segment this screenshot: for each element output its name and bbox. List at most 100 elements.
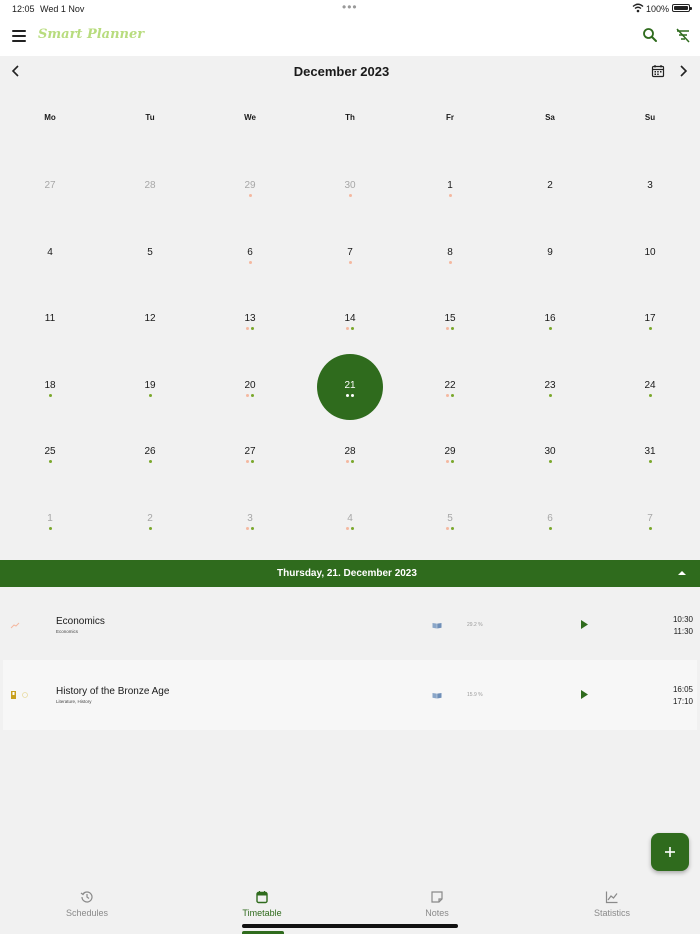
calendar-day[interactable]: 2 xyxy=(100,487,200,554)
event-dots xyxy=(400,393,500,397)
calendar-day[interactable]: 19 xyxy=(100,354,200,421)
calendar-day[interactable]: 30 xyxy=(500,420,600,487)
calendar-day[interactable]: 5 xyxy=(400,487,500,554)
weekday-label: Su xyxy=(644,113,656,122)
calendar-day[interactable]: 10 xyxy=(600,221,700,288)
event-dot xyxy=(246,460,249,464)
calendar-day[interactable]: 18 xyxy=(0,354,100,421)
calendar-day[interactable]: 27 xyxy=(200,420,300,487)
calendar-icon xyxy=(256,891,268,904)
month-title: December 2023 xyxy=(293,64,390,79)
calendar-day[interactable]: 6 xyxy=(200,221,300,288)
selected-day-bar[interactable]: Thursday, 21. December 2023 xyxy=(0,560,700,587)
nav-label: Statistics xyxy=(593,908,630,918)
calendar-day[interactable]: 12 xyxy=(100,287,200,354)
day-number: 26 xyxy=(144,446,156,458)
calendar-week: 18 19 20 21 22 23 24 xyxy=(0,353,700,421)
event-dots xyxy=(600,327,700,331)
day-number: 18 xyxy=(44,379,56,391)
calendar-day[interactable]: 5 xyxy=(100,221,200,288)
day-number: 17 xyxy=(644,313,656,325)
event-dot xyxy=(246,526,249,530)
calendar-day[interactable]: 17 xyxy=(600,287,700,354)
event-dot xyxy=(351,327,354,331)
calendar-day[interactable]: 23 xyxy=(500,354,600,421)
chevron-right-icon[interactable] xyxy=(677,64,689,78)
calendar-day[interactable]: 7 xyxy=(600,487,700,554)
event-dot xyxy=(648,393,652,397)
event-dots xyxy=(600,460,700,464)
event-dots xyxy=(300,393,400,397)
add-button[interactable] xyxy=(651,833,689,871)
event-title: History of the Bronze Age xyxy=(56,686,170,697)
calendar-day[interactable]: 22 xyxy=(400,354,500,421)
calendar-day[interactable]: 3 xyxy=(600,154,700,221)
calendar-day[interactable]: 29 xyxy=(200,154,300,221)
nav-schedules[interactable]: Schedules xyxy=(37,890,137,918)
day-number: 4 xyxy=(347,512,353,524)
event-dots xyxy=(100,526,200,530)
weekday-label: Tu xyxy=(145,113,155,122)
calendar-day[interactable]: 29 xyxy=(400,420,500,487)
open-book-icon xyxy=(432,693,442,699)
nav-timetable[interactable]: Timetable xyxy=(212,890,312,918)
multitasking-dots-icon[interactable]: ••• xyxy=(342,1,358,13)
home-indicator[interactable] xyxy=(242,924,458,928)
calendar-day[interactable]: 26 xyxy=(100,420,200,487)
chevron-up-icon[interactable] xyxy=(678,570,686,576)
calendar-day-selected[interactable]: 21 xyxy=(300,353,400,421)
event-dots xyxy=(600,393,700,397)
calendar-day[interactable]: 3 xyxy=(200,487,300,554)
filter-off-icon[interactable] xyxy=(675,27,691,43)
day-number: 9 xyxy=(547,246,553,258)
calendar-day[interactable]: 11 xyxy=(0,287,100,354)
event-dots xyxy=(500,327,600,331)
calendar-day[interactable]: 1 xyxy=(0,487,100,554)
calendar-day[interactable]: 14 xyxy=(300,287,400,354)
search-icon[interactable] xyxy=(642,27,658,43)
nav-notes[interactable]: Notes xyxy=(387,890,487,918)
status-bar: 12:05 Wed 1 Nov ••• 100% xyxy=(0,0,700,18)
menu-icon[interactable] xyxy=(12,30,26,42)
event-dot xyxy=(548,526,552,530)
day-number: 3 xyxy=(647,180,653,191)
calendar-picker-icon[interactable] xyxy=(651,64,665,78)
day-number: 22 xyxy=(444,379,456,391)
day-number: 25 xyxy=(44,446,56,458)
calendar-day[interactable]: 13 xyxy=(200,287,300,354)
note-icon xyxy=(431,891,443,903)
calendar-day[interactable]: 15 xyxy=(400,287,500,354)
calendar-day[interactable]: 25 xyxy=(0,420,100,487)
calendar-day[interactable]: 7 xyxy=(300,221,400,288)
day-number: 23 xyxy=(544,379,556,391)
calendar-day[interactable]: 30 xyxy=(300,154,400,221)
calendar-day[interactable]: 1 xyxy=(400,154,500,221)
calendar-day[interactable]: 16 xyxy=(500,287,600,354)
calendar-day[interactable]: 24 xyxy=(600,354,700,421)
calendar-day[interactable]: 9 xyxy=(500,221,600,288)
calendar-day[interactable]: 4 xyxy=(0,221,100,288)
day-number: 28 xyxy=(144,180,156,191)
play-icon[interactable] xyxy=(580,619,589,630)
nav-statistics[interactable]: Statistics xyxy=(562,890,662,918)
calendar-day[interactable]: 27 xyxy=(0,154,100,221)
event-dot xyxy=(246,393,249,397)
calendar-day[interactable]: 20 xyxy=(200,354,300,421)
event-dot xyxy=(446,327,449,331)
calendar-day[interactable]: 8 xyxy=(400,221,500,288)
calendar-day[interactable]: 4 xyxy=(300,487,400,554)
play-icon[interactable] xyxy=(580,689,589,700)
calendar-day[interactable]: 28 xyxy=(100,154,200,221)
event-row[interactable]: History of the Bronze Age Literature, Hi… xyxy=(3,660,697,730)
calendar-day[interactable]: 6 xyxy=(500,487,600,554)
event-dots xyxy=(300,460,400,464)
day-number: 5 xyxy=(147,246,153,258)
calendar-day[interactable]: 2 xyxy=(500,154,600,221)
event-row[interactable]: Economics Economics 29.2 % 10:30 11:30 xyxy=(3,590,697,660)
day-number: 30 xyxy=(344,180,356,191)
event-dots xyxy=(0,460,100,464)
calendar-day[interactable]: 28 xyxy=(300,420,400,487)
calendar-day[interactable]: 31 xyxy=(600,420,700,487)
event-percent: 15.9 % xyxy=(467,692,483,698)
event-start-time: 16:05 xyxy=(672,685,693,694)
